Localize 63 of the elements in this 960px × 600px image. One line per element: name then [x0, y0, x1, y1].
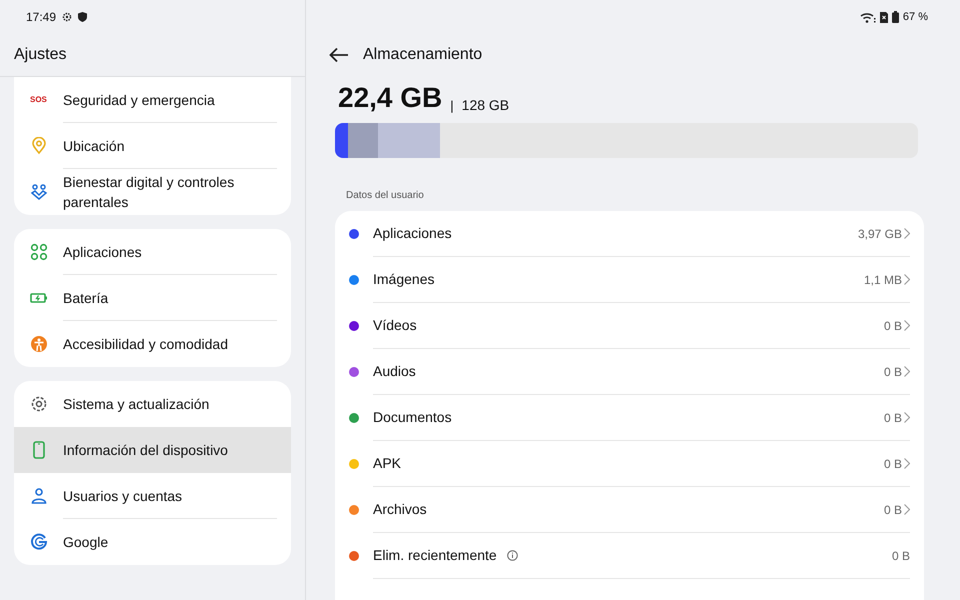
gear-icon: [30, 395, 48, 413]
section-label: Datos del usuario: [346, 189, 425, 203]
shield-icon: [78, 12, 88, 22]
chevron-right-icon: [904, 458, 910, 469]
chevron-right-icon: [904, 274, 910, 285]
category-size: 3,97 GB: [858, 226, 902, 242]
chevron-right-icon: [904, 320, 910, 331]
chevron-right-icon: [904, 504, 910, 515]
chevron-right-icon: [904, 228, 910, 239]
category-size: 0 B: [884, 410, 902, 426]
wifi-icon: [860, 12, 876, 22]
info-icon[interactable]: [506, 550, 518, 561]
g-logo-icon: [30, 533, 48, 551]
person-icon: [30, 487, 48, 505]
category-size: 0 B: [884, 318, 902, 334]
category-size: 0 B: [884, 364, 902, 380]
category-label: Vídeos: [373, 316, 417, 335]
storage-category-row[interactable]: Documentos 0 B: [349, 395, 910, 441]
category-size: 0 B: [892, 548, 910, 564]
settings-item[interactable]: Accesibilidad y comodidad: [14, 321, 291, 367]
category-label: Audios: [373, 362, 416, 381]
category-size: 1,1 MB: [864, 272, 902, 288]
page-title: Almacenamiento: [363, 45, 482, 65]
separator: |: [450, 99, 454, 112]
back-arrow-icon[interactable]: [329, 47, 349, 63]
status-time: 17:49: [26, 9, 56, 26]
category-size: 0 B: [884, 502, 902, 518]
accessibility-icon: [30, 335, 48, 353]
category-label: Aplicaciones: [373, 224, 452, 243]
sos-icon: SOS: [30, 94, 47, 106]
storage-category-row[interactable]: Audios 0 B: [349, 349, 910, 395]
people-heart-icon: [30, 183, 48, 201]
used-storage: 22,4 GB: [338, 84, 442, 112]
gear-icon: [62, 12, 72, 22]
location-pin-icon: [30, 137, 48, 155]
storage-category-row[interactable]: Imágenes 1,1 MB: [349, 257, 910, 303]
settings-item[interactable]: Información del dispositivo: [14, 427, 291, 473]
phone-icon: [30, 441, 48, 459]
category-label: Imágenes: [373, 270, 434, 289]
settings-item[interactable]: Ubicación: [14, 123, 291, 169]
category-size: 0 B: [884, 456, 902, 472]
battery-percent: 67 %: [902, 10, 928, 25]
storage-category-row[interactable]: Archivos 0 B: [349, 487, 910, 533]
storage-category-row[interactable]: Vídeos 0 B: [349, 303, 910, 349]
sim-icon: [880, 12, 888, 22]
battery-icon: [892, 11, 899, 23]
settings-item[interactable]: Batería: [14, 275, 291, 321]
chevron-right-icon: [904, 412, 910, 423]
settings-item[interactable]: Sistema y actualización: [14, 381, 291, 427]
app-grid-icon: [30, 243, 48, 261]
chevron-right-icon: [904, 366, 910, 377]
category-label: Archivos: [373, 500, 427, 519]
settings-item[interactable]: Bienestar digital y controles parentales: [14, 169, 291, 215]
category-label: APK: [373, 454, 402, 473]
settings-item[interactable]: Aplicaciones: [14, 229, 291, 275]
storage-category-row[interactable]: APK 0 B: [349, 441, 910, 487]
storage-category-row[interactable]: Aplicaciones 3,97 GB: [349, 211, 910, 257]
settings-item[interactable]: Usuarios y cuentas: [14, 473, 291, 519]
settings-item[interactable]: SOS Seguridad y emergencia: [14, 77, 291, 123]
settings-item[interactable]: Google: [14, 519, 291, 565]
category-label: Elim. recientemente: [373, 546, 497, 565]
total-storage: 128 GB: [462, 98, 510, 112]
category-label: Documentos: [373, 408, 452, 427]
